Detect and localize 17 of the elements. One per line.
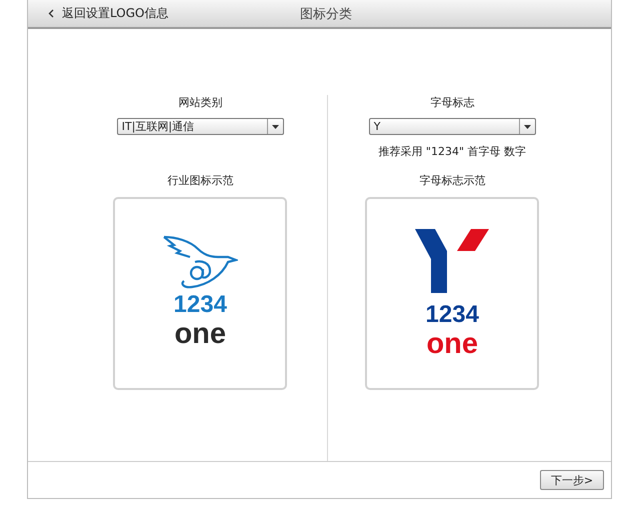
field-label: 字母标志	[430, 95, 474, 111]
logo-number: 1234	[426, 300, 479, 328]
sample-label: 字母标志示范	[419, 173, 486, 189]
logo-word: one	[174, 318, 226, 348]
dropdown[interactable]: IT|互联网|通信	[116, 118, 284, 135]
letter-y-icon	[415, 228, 490, 292]
back-link[interactable]: 返回设置LOGO信息	[48, 5, 168, 22]
sample-label: 行业图标示范	[167, 173, 234, 189]
back-icon	[48, 9, 54, 18]
page-title: 图标分类	[300, 6, 352, 23]
hint-text: 推荐采用 "1234" 首字母 数字	[378, 145, 526, 158]
logo-word: one	[426, 328, 478, 358]
dropdown[interactable]: Y	[368, 118, 536, 135]
logo-number: 1234	[174, 290, 227, 318]
next-button[interactable]: 下一步>	[540, 470, 604, 490]
bird-icon	[162, 234, 238, 290]
field-label: 网站类别	[178, 95, 222, 111]
